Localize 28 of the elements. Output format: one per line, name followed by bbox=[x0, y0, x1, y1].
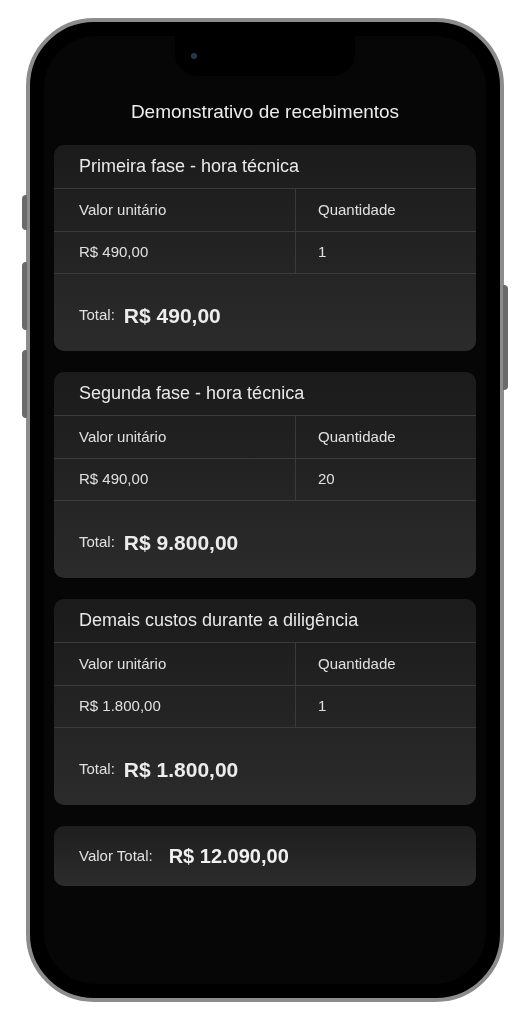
total-value: R$ 9.800,00 bbox=[123, 529, 239, 556]
column-header: Quantidade bbox=[317, 653, 397, 674]
total-label: Total: bbox=[79, 305, 115, 326]
table-cell: R$ 490,00 bbox=[54, 232, 296, 273]
total-label: Valor Total: bbox=[79, 845, 153, 866]
table-cell: R$ 490,00 bbox=[54, 459, 296, 500]
total-label: Total: bbox=[79, 532, 115, 553]
table-cell-text: 20 bbox=[317, 469, 336, 490]
total-value: R$ 1.800,00 bbox=[123, 756, 239, 783]
side-button[interactable] bbox=[22, 262, 27, 330]
column-header: Valor unitário bbox=[54, 416, 296, 458]
total-value: R$ 12.090,00 bbox=[168, 844, 289, 869]
section-title: Demais custos durante a diligência bbox=[54, 599, 476, 643]
side-button[interactable] bbox=[22, 350, 27, 418]
page-title: Demonstrativo de recebimentos bbox=[129, 100, 401, 124]
column-header: Valor unitário bbox=[54, 643, 296, 685]
column-header: Valor unitário bbox=[54, 189, 296, 231]
table-cell: R$ 1.800,00 bbox=[54, 686, 296, 727]
camera-icon bbox=[191, 53, 197, 59]
table-cell-text: 1 bbox=[317, 242, 328, 263]
section-title: Segunda fase - hora técnica bbox=[54, 372, 476, 416]
side-button[interactable] bbox=[22, 195, 27, 230]
section-title: Primeira fase - hora técnica bbox=[54, 145, 476, 189]
total-value: R$ 490,00 bbox=[123, 302, 221, 329]
total-label: Total: bbox=[79, 759, 115, 780]
column-header: Quantidade bbox=[317, 199, 397, 220]
table-cell-text: 1 bbox=[317, 696, 328, 717]
column-header: Quantidade bbox=[317, 426, 397, 447]
